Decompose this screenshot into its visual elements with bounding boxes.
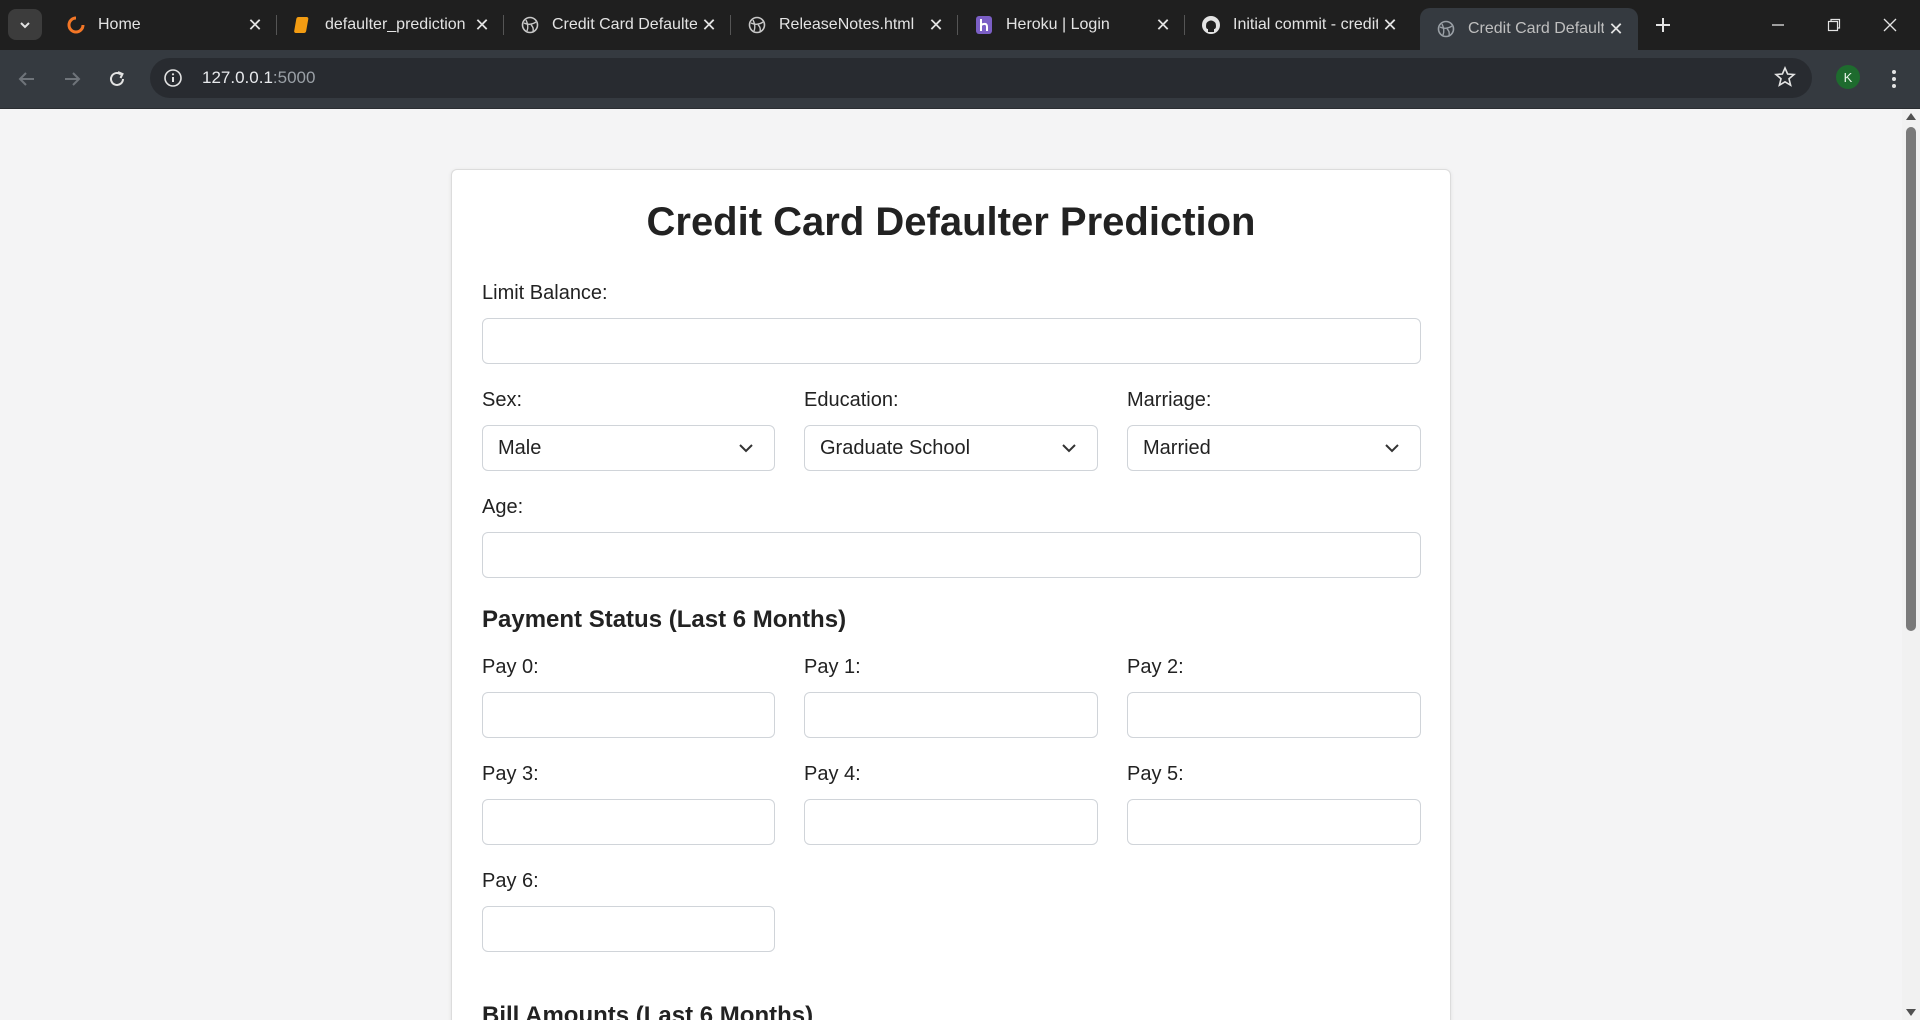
pay-5-label: Pay 5: xyxy=(1127,763,1184,785)
spinner-orange-icon xyxy=(66,15,86,35)
tab-credit-card-defaulter-1[interactable]: Credit Card Defaulter ✕ xyxy=(504,0,731,50)
close-icon[interactable]: ✕ xyxy=(1604,17,1628,41)
tab-title: Credit Card Defaulter xyxy=(1468,20,1604,37)
new-tab-button[interactable] xyxy=(1650,12,1676,38)
tab-strip: Home ✕ defaulter_prediction ✕ Credit Car… xyxy=(0,0,1920,50)
pay-3-label: Pay 3: xyxy=(482,763,539,785)
education-selected-value: Graduate School xyxy=(820,436,971,459)
limit-balance-label: Limit Balance: xyxy=(482,282,608,304)
sex-select[interactable]: Male xyxy=(482,425,775,471)
reload-button[interactable] xyxy=(101,63,133,95)
page-title: Credit Card Defaulter Prediction xyxy=(646,200,1256,244)
browser-toolbar: 127.0.0.1:5000 K xyxy=(0,50,1920,109)
minimize-icon xyxy=(1772,24,1784,26)
tab-initial-commit[interactable]: Initial commit - credit ✕ xyxy=(1185,0,1412,50)
chevron-down-icon xyxy=(1385,444,1399,453)
close-icon[interactable]: ✕ xyxy=(924,13,948,37)
close-icon[interactable]: ✕ xyxy=(1378,13,1402,37)
scrollbar-thumb[interactable] xyxy=(1906,127,1916,631)
age-label: Age: xyxy=(482,496,524,518)
tab-release-notes[interactable]: ReleaseNotes.html ✕ xyxy=(731,0,958,50)
notebook-orange-icon xyxy=(293,15,313,35)
back-button[interactable] xyxy=(11,63,43,95)
chevron-down-icon xyxy=(739,444,753,453)
plus-icon xyxy=(1656,18,1670,32)
pay-0-label: Pay 0: xyxy=(482,656,539,678)
pay-4-input[interactable] xyxy=(804,799,1098,845)
marriage-select[interactable]: Married xyxy=(1127,425,1421,471)
scroll-up-arrow-icon[interactable] xyxy=(1906,113,1916,120)
age-input[interactable] xyxy=(482,532,1421,578)
sex-label: Sex: xyxy=(482,389,523,411)
pay-2-label: Pay 2: xyxy=(1127,656,1184,678)
close-icon[interactable]: ✕ xyxy=(243,13,267,37)
tab-title: Initial commit - credit xyxy=(1233,16,1378,33)
url-port: :5000 xyxy=(272,68,316,87)
tab-title: Credit Card Defaulter xyxy=(552,16,697,33)
menu-kebab-icon[interactable] xyxy=(1882,65,1906,93)
chevron-down-icon xyxy=(20,21,30,28)
pay-2-input[interactable] xyxy=(1127,692,1421,738)
window-close-button[interactable] xyxy=(1862,0,1918,50)
tab-defaulter-prediction[interactable]: defaulter_prediction ✕ xyxy=(277,0,504,50)
tab-title: defaulter_prediction xyxy=(325,16,466,33)
sex-selected-value: Male xyxy=(498,436,542,459)
tab-search-button[interactable] xyxy=(8,9,42,40)
pay-6-label: Pay 6: xyxy=(482,870,539,892)
globe-icon xyxy=(1436,19,1456,39)
github-icon xyxy=(1201,15,1221,35)
pay-0-input[interactable] xyxy=(482,692,775,738)
restore-button[interactable] xyxy=(1806,0,1862,50)
restore-icon xyxy=(1827,18,1841,32)
heroku-icon xyxy=(974,15,994,35)
minimize-button[interactable] xyxy=(1750,0,1806,50)
vertical-scrollbar[interactable] xyxy=(1902,109,1920,1020)
marriage-selected-value: Married xyxy=(1143,436,1211,459)
close-icon[interactable]: ✕ xyxy=(470,13,494,37)
tab-title: ReleaseNotes.html xyxy=(779,16,915,33)
globe-icon xyxy=(747,15,767,35)
tab-title: Heroku | Login xyxy=(1006,16,1110,33)
tab-title: Home xyxy=(98,16,141,33)
close-icon[interactable]: ✕ xyxy=(697,13,721,37)
pay-1-label: Pay 1: xyxy=(804,656,861,678)
profile-avatar[interactable]: K xyxy=(1836,65,1860,89)
tab-heroku-login[interactable]: Heroku | Login ✕ xyxy=(958,0,1185,50)
reload-icon xyxy=(110,71,124,86)
address-bar[interactable]: 127.0.0.1:5000 xyxy=(150,58,1812,98)
scroll-down-arrow-icon[interactable] xyxy=(1906,1009,1916,1016)
url-host: 127.0.0.1 xyxy=(202,68,273,87)
marriage-label: Marriage: xyxy=(1127,389,1212,411)
pay-3-input[interactable] xyxy=(482,799,775,845)
globe-icon xyxy=(520,15,540,35)
page-viewport: Credit Card Defaulter Prediction Limit B… xyxy=(0,109,1902,1020)
arrow-right-icon xyxy=(65,72,81,86)
tab-home[interactable]: Home ✕ xyxy=(50,0,277,50)
education-select[interactable]: Graduate School xyxy=(804,425,1098,471)
pay-6-input[interactable] xyxy=(482,906,775,952)
form-card: Credit Card Defaulter Prediction Limit B… xyxy=(451,169,1451,1020)
bookmark-star-icon[interactable] xyxy=(1774,65,1798,90)
close-icon[interactable]: ✕ xyxy=(1151,13,1175,37)
payment-status-heading: Payment Status (Last 6 Months) xyxy=(482,606,847,633)
pay-4-label: Pay 4: xyxy=(804,763,861,785)
close-icon xyxy=(1883,18,1897,32)
pay-5-input[interactable] xyxy=(1127,799,1421,845)
limit-balance-input[interactable] xyxy=(482,318,1421,364)
bill-amounts-heading: Bill Amounts (Last 6 Months) xyxy=(482,1002,814,1020)
education-label: Education: xyxy=(804,389,899,411)
chevron-down-icon xyxy=(1062,444,1076,453)
forward-button[interactable] xyxy=(56,63,88,95)
arrow-left-icon xyxy=(18,72,34,86)
pay-1-input[interactable] xyxy=(804,692,1098,738)
tab-credit-card-defaulter-active[interactable]: Credit Card Defaulter ✕ xyxy=(1420,8,1638,50)
info-icon[interactable] xyxy=(162,67,184,89)
